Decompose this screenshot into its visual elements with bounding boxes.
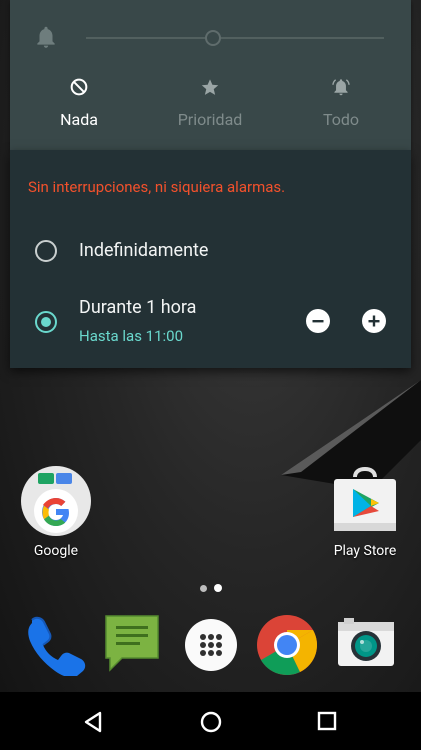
navigation-bar xyxy=(0,692,421,750)
mode-all-label: Todo xyxy=(322,110,360,129)
app-play-store-label: Play Store xyxy=(333,543,397,559)
home-icon[interactable] xyxy=(199,710,223,734)
minus-button[interactable] xyxy=(306,309,330,333)
app-play-store[interactable]: Play Store xyxy=(326,465,404,559)
back-icon[interactable] xyxy=(82,710,104,734)
star-icon xyxy=(201,79,219,95)
play-store-icon xyxy=(334,466,396,531)
option-one-hour-label[interactable]: Durante 1 hora xyxy=(79,297,196,318)
mode-none-label: Nada xyxy=(60,110,98,129)
alarm-bell-icon xyxy=(332,79,350,96)
messaging-icon[interactable] xyxy=(102,612,162,674)
block-icon xyxy=(70,78,88,96)
option-indefinitely-label[interactable]: Indefinidamente xyxy=(79,240,208,261)
google-icon xyxy=(21,466,91,536)
mode-none[interactable]: Nada xyxy=(19,76,139,129)
app-google-label: Google xyxy=(33,543,79,559)
mode-all[interactable]: Todo xyxy=(281,76,401,129)
app-drawer-icon xyxy=(200,634,222,656)
volume-slider-thumb[interactable] xyxy=(205,30,221,46)
bell-icon xyxy=(37,26,55,48)
volume-slider-track[interactable] xyxy=(86,37,384,39)
phone-icon[interactable] xyxy=(22,612,86,676)
radio-indefinitely[interactable] xyxy=(35,240,57,262)
page-indicator-dot xyxy=(200,585,207,592)
app-google[interactable]: Google xyxy=(18,465,94,559)
mode-priority[interactable]: Prioridad xyxy=(150,76,270,129)
warning-text: Sin interrupciones, ni siquiera alarmas. xyxy=(28,178,286,196)
recents-icon[interactable] xyxy=(316,710,338,732)
plus-button[interactable] xyxy=(362,309,386,333)
minus-icon xyxy=(312,320,324,323)
chrome-icon[interactable] xyxy=(256,614,318,676)
option-one-hour-sublabel: Hasta las 11:00 xyxy=(79,327,184,345)
radio-one-hour[interactable] xyxy=(35,311,57,333)
app-drawer-button[interactable] xyxy=(185,619,237,671)
plus-icon xyxy=(368,315,380,327)
camera-icon[interactable] xyxy=(336,616,396,670)
mode-priority-label: Prioridad xyxy=(177,110,243,129)
page-indicator-dot-active xyxy=(214,584,222,592)
